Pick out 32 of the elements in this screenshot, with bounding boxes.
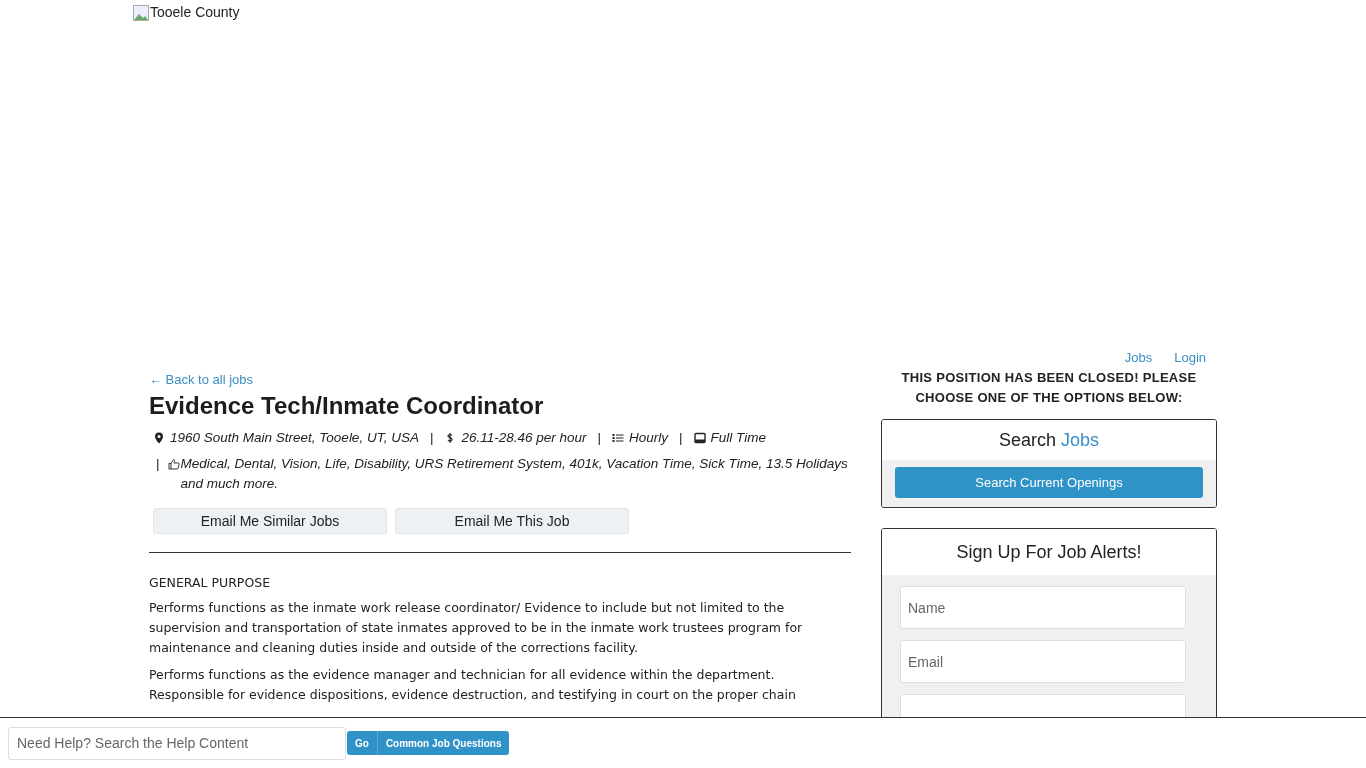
email-button[interactable]: Email Me Similar Jobs (153, 508, 387, 534)
text-field[interactable]: Name (900, 586, 1186, 629)
separator: | (156, 455, 160, 473)
nav-link[interactable]: Jobs (1124, 350, 1153, 366)
map-pin-icon (153, 432, 165, 444)
go-button[interactable]: Go (347, 731, 377, 755)
search-openings-button[interactable]: Search Current Openings (895, 467, 1203, 498)
closed-notice: THIS POSITION HAS BEEN CLOSED! PLEASE CHOOSE ONE OF THE OPTIONS BELOW: (900, 369, 1198, 407)
broken-logo-image: Tooele County (133, 2, 240, 23)
separator: | (429, 429, 434, 447)
nav-link[interactable]: Login (1174, 350, 1206, 366)
paragraph: Performs functions as the inmate work release coordinator/ Evidence to include but not limited to the supervision and transportation of state inmates approved to be in the inmate work trustees program for maintenance and cleaning duties inside and outside of the corrections facility. (149, 599, 804, 657)
section-heading: GENERAL PURPOSE (149, 575, 271, 591)
email-button[interactable]: Email Me This Job (395, 508, 629, 534)
job-meta-text: Medical, Dental, Vision, Life, Disability, URS Retirement System, 401k, Vacation Time, Sick Time, 13.5 Holidays and much more. (180, 455, 849, 493)
job-meta-text: Full Time (710, 429, 766, 447)
text-field[interactable]: Email (900, 640, 1186, 683)
thumbs-up-icon (167, 458, 180, 470)
job-title: Evidence Tech/Inmate Coordinator (149, 392, 544, 420)
help-search-field[interactable]: Need Help? Search the Help Content (8, 726, 346, 760)
tray-icon (693, 432, 706, 444)
jobs-link[interactable]: Jobs (1061, 426, 1100, 454)
paragraph: Performs functions as the evidence manager and technician for all evidence within the department. Responsible for evidence dispositions, evidence destruction, and testifying in court on the proper chain (149, 666, 797, 704)
job-meta-text: 26.11-28.46 per hour (461, 429, 587, 447)
job-meta-text: Hourly (629, 429, 669, 447)
job-meta-text: 1960 South Main Street, Tooele, UT, USA (170, 429, 419, 447)
common-questions-button[interactable]: Common Job Questions (376, 731, 510, 755)
broken-image-icon (133, 4, 149, 21)
back-link[interactable]: ← Back to all jobs (149, 372, 254, 388)
list-icon (612, 432, 625, 444)
separator: | (679, 429, 683, 447)
separator: | (597, 429, 602, 447)
